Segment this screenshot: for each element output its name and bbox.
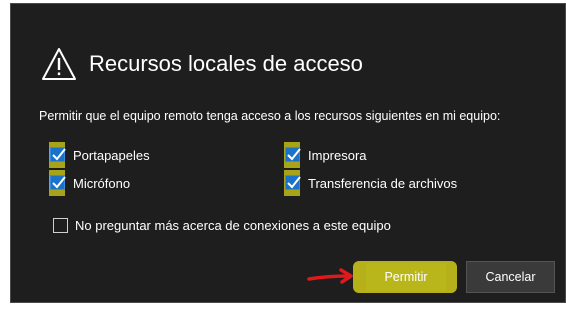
dialog-title: Recursos locales de acceso (89, 51, 363, 76)
checkbox-checked-icon[interactable] (49, 170, 67, 196)
title-row: Recursos locales de acceso (41, 44, 363, 84)
allow-button-label: Permitir (366, 263, 446, 291)
checkbox-unchecked-icon[interactable] (53, 217, 68, 233)
checkbox-microfono[interactable]: Micrófono (49, 170, 131, 196)
checkbox-label: No preguntar más acerca de conexiones a … (75, 217, 391, 233)
access-dialog: Recursos locales de acceso Permitir que … (10, 3, 566, 303)
checkbox-transferencia[interactable]: Transferencia de archivos (284, 170, 458, 196)
checkbox-checked-icon[interactable] (284, 142, 302, 168)
checkbox-impresora[interactable]: Impresora (284, 142, 367, 168)
allow-button[interactable]: Permitir (353, 261, 457, 293)
checkbox-label: Portapapeles (73, 147, 150, 163)
annotation-arrow-icon (307, 268, 353, 284)
screenshot-frame: Recursos locales de acceso Permitir que … (0, 0, 566, 309)
cancel-button[interactable]: Cancelar (466, 261, 555, 293)
description-text: Permitir que el equipo remoto tenga acce… (39, 109, 501, 123)
checkbox-checked-icon[interactable] (49, 142, 67, 168)
checkbox-label: Transferencia de archivos (308, 175, 458, 191)
warning-icon (42, 48, 76, 80)
checkbox-portapapeles[interactable]: Portapapeles (49, 142, 150, 168)
checkbox-label: Impresora (308, 147, 367, 163)
checkbox-checked-icon[interactable] (284, 170, 302, 196)
checkbox-label: Micrófono (73, 175, 131, 191)
checkbox-dont-ask[interactable]: No preguntar más acerca de conexiones a … (53, 214, 391, 236)
